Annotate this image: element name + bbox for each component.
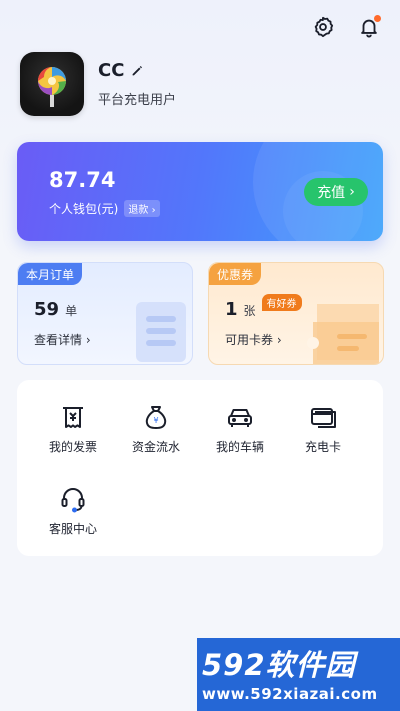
service-label: 我的车辆: [215, 440, 264, 454]
username: CC: [98, 60, 125, 81]
invoice-icon: [58, 402, 88, 432]
watermark: 592软件园 www.592xiazai.com: [197, 638, 400, 711]
service-item-fund-flow[interactable]: ¥ 资金流水: [116, 402, 196, 455]
wallet-balance: 87.74: [49, 168, 116, 192]
topup-button[interactable]: 充值 ›: [304, 178, 368, 206]
coupons-card[interactable]: 优惠券 1 张 有好券 可用卡券 ›: [208, 262, 384, 365]
car-icon: [225, 402, 255, 432]
coupons-link-label: 可用卡券: [225, 333, 274, 347]
watermark-title: 592软件园: [202, 648, 356, 682]
header-actions: [310, 14, 382, 40]
refund-link[interactable]: 退款 ›: [124, 200, 160, 217]
notification-dot: [374, 15, 381, 22]
wallet-card[interactable]: 87.74 个人钱包(元) 退款 › 充值 ›: [17, 142, 383, 241]
coupons-count: 1: [225, 299, 238, 320]
service-label: 充电卡: [304, 440, 341, 454]
chevron-right-icon: ›: [85, 333, 91, 347]
document-illustration-icon: [136, 302, 186, 362]
service-item-invoice[interactable]: 我的发票: [33, 402, 113, 455]
orders-tag: 本月订单: [18, 263, 83, 285]
good-coupon-badge: 有好券: [261, 294, 302, 311]
orders-count: 59: [34, 299, 60, 320]
chevron-right-icon: ›: [151, 205, 156, 216]
coupons-tag: 优惠券: [209, 263, 262, 285]
chevron-right-icon: ›: [349, 184, 355, 200]
money-bag-icon: ¥: [141, 402, 171, 432]
coupons-link[interactable]: 可用卡券 ›: [225, 331, 282, 348]
card-icon: [308, 402, 338, 432]
service-label: 我的发票: [48, 440, 97, 454]
orders-details-link[interactable]: 查看详情 ›: [34, 331, 91, 348]
topup-label: 充值: [317, 185, 346, 201]
orders-link-label: 查看详情: [34, 333, 83, 347]
avatar[interactable]: [20, 52, 84, 116]
gear-icon[interactable]: [310, 14, 336, 40]
chevron-right-icon: ›: [276, 333, 282, 347]
profile-section: CC 平台充电用户: [20, 52, 176, 116]
ticket-illustration-icon: [307, 304, 379, 364]
orders-unit: 单: [65, 304, 78, 318]
wallet-label-row: 个人钱包(元) 退款 ›: [49, 200, 160, 217]
wallet-label: 个人钱包(元): [49, 202, 119, 216]
svg-text:¥: ¥: [153, 416, 158, 425]
user-subtitle: 平台充电用户: [98, 93, 177, 108]
service-item-customer-service[interactable]: 客服中心: [33, 484, 113, 537]
refund-label: 退款: [128, 205, 149, 216]
headset-icon: [58, 484, 88, 514]
edit-icon[interactable]: [130, 64, 144, 78]
services-panel: 我的发票 ¥ 资金流水 我的车辆 充电卡 客服中心: [17, 380, 383, 556]
orders-card[interactable]: 本月订单 59 单 查看详情 ›: [17, 262, 193, 365]
service-item-charging-card[interactable]: 充电卡: [283, 402, 363, 455]
coupons-unit: 张: [243, 304, 256, 318]
bell-icon[interactable]: [356, 14, 382, 40]
service-label: 客服中心: [48, 522, 97, 536]
service-item-vehicles[interactable]: 我的车辆: [200, 402, 280, 455]
service-label: 资金流水: [131, 440, 180, 454]
watermark-url: www.592xiazai.com: [202, 685, 378, 703]
